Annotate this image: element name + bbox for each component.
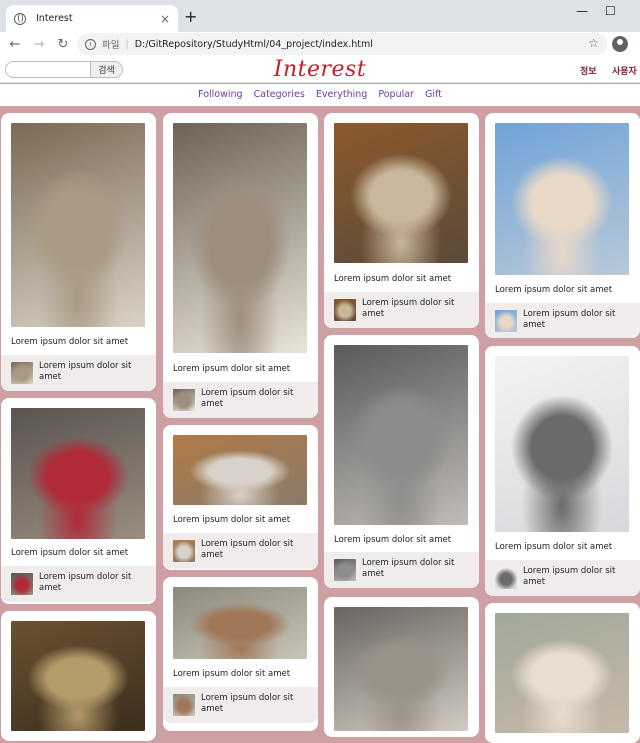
tab-title: Interest — [36, 13, 73, 24]
address-scheme-label: 파일 — [102, 40, 120, 51]
kitten-photo[interactable] — [334, 607, 468, 731]
browser-tab[interactable]: Interest × — [6, 5, 178, 32]
pin-author[interactable]: Lorem ipsum dolor sit amet — [163, 533, 318, 569]
kitten-photo[interactable] — [11, 621, 145, 731]
pin-author[interactable]: Lorem ipsum dolor sit amet — [485, 303, 640, 338]
back-button[interactable]: ← — [3, 37, 27, 52]
address-path: D:/GitRepository/StudyHtml/04_project/in… — [134, 38, 373, 50]
forward-button[interactable]: → — [27, 37, 51, 52]
browser-chrome: Interest × + — ☐ ← → ↻ i 파일 | D:/GitRepo… — [0, 0, 640, 56]
pin-author[interactable]: Lorem ipsum dolor sit amet — [1, 355, 156, 391]
author-avatar — [495, 567, 517, 589]
kitten-photo[interactable] — [495, 613, 629, 733]
kitten-photo[interactable] — [173, 587, 307, 659]
pin-caption: Lorem ipsum dolor sit amet — [495, 285, 613, 295]
kitten-photo[interactable] — [495, 123, 629, 275]
pin-card[interactable]: Lorem ipsum dolor sit amet Lorem ipsum d… — [1, 113, 156, 391]
pin-author[interactable]: Lorem ipsum dolor sit amet — [485, 560, 640, 596]
info-icon[interactable]: i — [85, 38, 96, 50]
kitten-photo[interactable] — [11, 123, 145, 327]
pin-card[interactable]: Lorem ipsum dolor sit amet Lorem ipsum d… — [485, 346, 640, 596]
profile-icon[interactable] — [612, 36, 628, 52]
pin-card[interactable]: Lorem ipsum dolor sit amet Lorem ipsum d… — [163, 577, 318, 731]
pin-caption: Lorem ipsum dolor sit amet — [11, 548, 129, 558]
author-avatar — [11, 573, 33, 595]
nav-categories[interactable]: Categories — [254, 89, 305, 100]
address-bar[interactable]: i 파일 | D:/GitRepository/StudyHtml/04_pro… — [77, 33, 607, 55]
pin-author[interactable]: Lorem ipsum dolor sit amet — [163, 687, 318, 723]
minimize-button[interactable]: — — [576, 4, 588, 18]
author-avatar — [11, 362, 33, 384]
kitten-photo[interactable] — [334, 345, 468, 525]
author-name: Lorem ipsum dolor sit amet — [523, 309, 616, 330]
author-name: Lorem ipsum dolor sit amet — [523, 566, 616, 587]
search-form: 검색 — [5, 61, 123, 78]
author-name: Lorem ipsum dolor sit amet — [39, 361, 132, 382]
globe-icon — [14, 12, 26, 25]
pin-author[interactable]: Lorem ipsum dolor sit amet — [163, 382, 318, 418]
bookmark-star-icon[interactable]: ☆ — [588, 36, 599, 50]
new-tab-button[interactable]: + — [184, 7, 197, 26]
nav-following[interactable]: Following — [198, 89, 243, 100]
pin-card[interactable]: Lorem ipsum dolor sit amet Lorem ipsum d… — [324, 335, 479, 588]
maximize-button[interactable]: ☐ — [605, 4, 616, 18]
tab-bar: Interest × + — ☐ — [0, 0, 640, 32]
author-avatar — [495, 310, 517, 332]
author-avatar — [334, 559, 356, 581]
pin-card[interactable]: Lorem ipsum dolor sit amet Lorem ipsum d… — [163, 113, 318, 418]
close-tab-icon[interactable]: × — [160, 12, 170, 26]
nav-everything[interactable]: Everything — [316, 89, 367, 100]
info-link[interactable]: 정보 — [580, 64, 597, 77]
kitten-photo[interactable] — [334, 123, 468, 263]
pin-author[interactable]: Lorem ipsum dolor sit amet — [324, 292, 479, 328]
browser-toolbar: ← → ↻ i 파일 | D:/GitRepository/StudyHtml/… — [0, 32, 640, 56]
pin-card[interactable] — [324, 597, 479, 737]
pin-card[interactable]: Lorem ipsum dolor sit amet Lorem ipsum d… — [1, 398, 156, 604]
pin-caption: Lorem ipsum dolor sit amet — [334, 535, 452, 545]
author-avatar — [173, 694, 195, 716]
author-name: Lorem ipsum dolor sit amet — [201, 539, 294, 560]
kitten-photo[interactable] — [11, 408, 145, 539]
kitten-photo[interactable] — [495, 356, 629, 532]
pin-caption: Lorem ipsum dolor sit amet — [334, 274, 452, 284]
author-name: Lorem ipsum dolor sit amet — [201, 388, 294, 409]
kitten-photo[interactable] — [173, 123, 307, 353]
kitten-photo[interactable] — [173, 435, 307, 505]
pin-author[interactable]: Lorem ipsum dolor sit amet — [324, 552, 479, 588]
pin-caption: Lorem ipsum dolor sit amet — [173, 364, 291, 374]
pin-card[interactable] — [1, 611, 156, 741]
search-input[interactable] — [6, 62, 90, 77]
author-name: Lorem ipsum dolor sit amet — [39, 572, 132, 593]
reload-button[interactable]: ↻ — [51, 37, 75, 52]
nav-gift[interactable]: Gift — [425, 89, 442, 100]
author-name: Lorem ipsum dolor sit amet — [362, 558, 455, 579]
author-avatar — [173, 540, 195, 562]
pin-card[interactable] — [485, 603, 640, 743]
pin-caption: Lorem ipsum dolor sit amet — [173, 515, 291, 525]
pin-caption: Lorem ipsum dolor sit amet — [495, 542, 613, 552]
nav-popular[interactable]: Popular — [378, 89, 414, 100]
category-nav: Following Categories Everything Popular … — [0, 84, 640, 106]
user-link[interactable]: 사용자 — [612, 64, 637, 77]
pin-caption: Lorem ipsum dolor sit amet — [11, 337, 129, 347]
author-avatar — [173, 389, 195, 411]
pin-card[interactable]: Lorem ipsum dolor sit amet Lorem ipsum d… — [324, 113, 479, 328]
pin-grid: Lorem ipsum dolor sit amet Lorem ipsum d… — [0, 106, 640, 743]
pin-author[interactable]: Lorem ipsum dolor sit amet — [1, 566, 156, 602]
pin-caption: Lorem ipsum dolor sit amet — [173, 669, 291, 679]
author-avatar — [334, 299, 356, 321]
author-name: Lorem ipsum dolor sit amet — [362, 298, 455, 319]
author-name: Lorem ipsum dolor sit amet — [201, 693, 294, 714]
site-header: Interest 검색 정보 사용자 — [0, 56, 640, 83]
pin-card[interactable]: Lorem ipsum dolor sit amet Lorem ipsum d… — [163, 425, 318, 570]
address-separator: | — [125, 38, 129, 50]
pin-card[interactable]: Lorem ipsum dolor sit amet Lorem ipsum d… — [485, 113, 640, 338]
search-button[interactable]: 검색 — [90, 62, 122, 77]
